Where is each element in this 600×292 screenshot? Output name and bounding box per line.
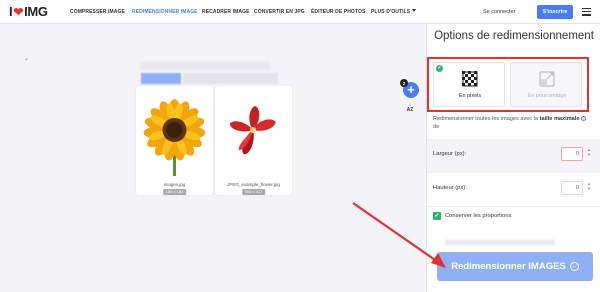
sunflower-image	[143, 99, 206, 176]
top-header: I ❤ IMG COMPRESSER IMAGE REDIMENSIONNER …	[0, 0, 600, 24]
nav-more-tools-label: PLUS D'OUTILS	[371, 9, 411, 15]
option-in-pixels[interactable]: ✓ En pixels	[433, 62, 505, 107]
nav-compress[interactable]: COMPRESSER IMAGE	[70, 9, 125, 15]
file-dimensions-badge: 500 x 417	[241, 189, 266, 195]
keep-ratio-checkbox[interactable]: ✓	[433, 212, 441, 220]
login-link[interactable]: Se connecter	[483, 9, 515, 15]
blurred-title	[140, 62, 270, 70]
file-name: images.jpg	[163, 182, 186, 187]
file-name: JPEG_example_flower.jpg	[227, 182, 280, 187]
height-input[interactable]: 0	[561, 181, 583, 195]
plus-icon: +	[407, 82, 415, 97]
nav-more-tools[interactable]: PLUS D'OUTILS	[371, 9, 417, 15]
check-icon: ✓	[436, 65, 443, 72]
chevron-down-icon	[412, 9, 417, 12]
info-icon[interactable]: i	[581, 116, 587, 121]
panel-title: Options de redimensionnement	[434, 30, 594, 42]
description-bold: taille maximale	[539, 116, 580, 122]
height-stepper[interactable]: ▲ ▼	[586, 181, 592, 191]
arrow-right-circle-icon: →	[569, 262, 579, 271]
logo-i: I	[9, 4, 13, 19]
ilovimg-logo[interactable]: I ❤ IMG	[9, 4, 48, 19]
options-panel: Options de redimensionnement ✓ En pixels	[426, 24, 600, 292]
logo-text: IMG	[24, 4, 48, 19]
nav-resize[interactable]: REDIMENSIONNER IMAGE	[132, 9, 198, 15]
file-count-badge: 2	[400, 79, 408, 87]
width-input[interactable]: 0	[561, 147, 583, 161]
description-text: Redimensionner toutes les images avec la	[433, 116, 540, 122]
description-suffix: de	[433, 124, 440, 130]
file-card[interactable]: JPEG_example_flower.jpg 500 x 417	[215, 86, 292, 195]
nav-photo-editor[interactable]: ÉDITEUR DE PHOTOS	[311, 9, 365, 15]
hamburger-menu-icon[interactable]	[582, 8, 591, 16]
red-flower-image	[229, 106, 276, 155]
work-area: +	[0, 24, 426, 292]
keep-ratio-row[interactable]: ✓ Conserver les proportions	[433, 212, 511, 220]
heart-icon: ❤	[13, 4, 24, 19]
width-stepper[interactable]: ▲ ▼	[586, 147, 592, 157]
file-card[interactable]: images.jpg 183 x 183	[136, 86, 213, 195]
nav-convert-jpg[interactable]: CONVERTIR EN JPG	[254, 9, 305, 15]
option-in-percentage[interactable]: En pourcentage	[510, 62, 582, 107]
height-label: Hauteur (px):	[433, 185, 467, 191]
width-row: Largeur (px): 0 ▲ ▼	[427, 139, 600, 173]
pixels-icon	[462, 71, 478, 87]
resize-images-button[interactable]: Redimensionner IMAGES →	[437, 252, 593, 281]
blurred-subtitle	[141, 73, 281, 84]
nav-crop[interactable]: RECADRER IMAGE	[202, 9, 250, 15]
option-label: En pourcentage	[527, 93, 567, 99]
resize-images-label: Redimensionner IMAGES	[451, 261, 566, 272]
keep-ratio-label: Conserver les proportions	[445, 213, 512, 219]
width-label: Largeur (px):	[433, 151, 467, 157]
percentage-icon	[539, 71, 555, 87]
resize-description: Redimensionner toutes les images avec la…	[433, 115, 593, 131]
resize-mode-highlight: ✓ En pixels En pourcentage	[427, 57, 589, 112]
option-label: En pixels	[458, 93, 482, 99]
file-dimensions-badge: 183 x 183	[162, 189, 187, 195]
height-row: Hauteur (px): 0 ▲ ▼	[427, 173, 600, 207]
blurred-note	[445, 240, 555, 245]
sort-az-icon[interactable]: ↓ AZ	[404, 103, 416, 117]
signup-button[interactable]: S'inscrire	[537, 5, 573, 19]
small-plus-icon: +	[25, 57, 28, 63]
